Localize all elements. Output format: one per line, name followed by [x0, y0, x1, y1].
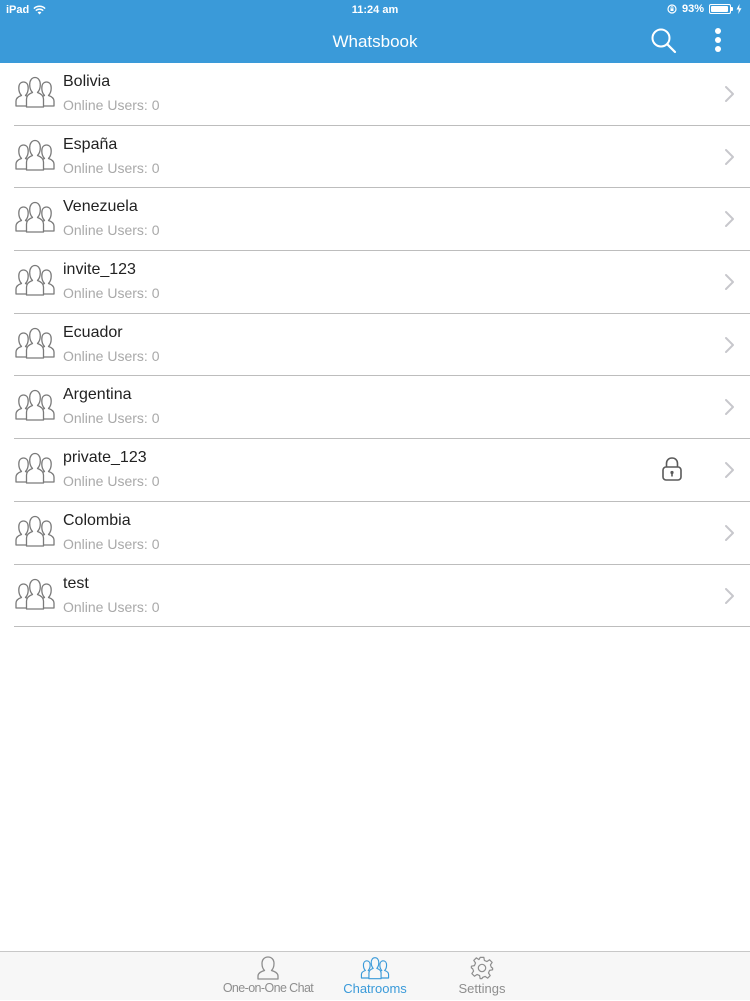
charging-icon — [736, 4, 742, 14]
chatroom-online-users: Online Users: 0 — [63, 285, 160, 302]
chevron-right-icon — [725, 524, 734, 541]
page-title: Whatsbook — [332, 32, 418, 51]
chevron-right-icon — [725, 462, 734, 479]
group-icon — [15, 515, 55, 547]
orientation-lock-icon — [667, 4, 677, 14]
more-vertical-icon — [715, 28, 721, 52]
chatroom-row[interactable]: private_123 Online Users: 0 — [14, 439, 750, 502]
chatroom-name: España — [63, 135, 118, 153]
chatroom-name: private_123 — [63, 449, 147, 467]
battery-icon — [709, 4, 733, 14]
group-icon — [360, 957, 390, 980]
tab-label: Settings — [458, 981, 506, 996]
chatroom-name: Argentina — [63, 386, 132, 404]
group-icon — [15, 452, 55, 484]
status-right: 93% — [667, 3, 742, 15]
more-button[interactable] — [708, 26, 728, 56]
chatroom-online-users: Online Users: 0 — [63, 535, 160, 552]
tab-label: Chatrooms — [343, 981, 407, 996]
chatroom-online-users: Online Users: 0 — [63, 347, 160, 364]
status-bar: iPad 11:24 am 93% — [0, 0, 750, 21]
search-button[interactable] — [650, 27, 678, 55]
chatroom-row[interactable]: Bolivia Online Users: 0 — [14, 63, 750, 126]
group-icon — [15, 264, 55, 296]
chatroom-list: Bolivia Online Users: 0 España Online Us… — [0, 63, 750, 628]
tab-settings[interactable]: Settings — [440, 952, 524, 1001]
chatroom-name: Ecuador — [63, 323, 123, 341]
tab-bar: One-on-One Chat Chatrooms Settings — [0, 951, 750, 1000]
chatroom-row[interactable]: España Online Users: 0 — [14, 126, 750, 189]
chatroom-row[interactable]: Venezuela Online Users: 0 — [14, 188, 750, 252]
chatroom-online-users: Online Users: 0 — [63, 222, 160, 239]
group-icon — [15, 578, 55, 610]
tab-label: One-on-One Chat — [222, 981, 314, 995]
group-icon — [15, 76, 55, 108]
status-time: 11:24 am — [351, 4, 399, 16]
chatroom-name: Venezuela — [63, 198, 138, 216]
gear-icon — [470, 956, 494, 980]
person-icon — [257, 956, 279, 980]
chatroom-row[interactable]: Colombia Online Users: 0 — [14, 502, 750, 565]
chatroom-row[interactable]: test Online Users: 0 — [14, 565, 750, 628]
group-icon — [15, 139, 55, 171]
chatroom-name: Colombia — [63, 511, 131, 529]
chatroom-online-users: Online Users: 0 — [63, 97, 160, 113]
app-header: iPad 11:24 am 93% Whatsbook — [0, 0, 750, 63]
chatroom-online-users: Online Users: 0 — [63, 598, 160, 615]
chatroom-row[interactable]: invite_123 Online Users: 0 — [14, 251, 750, 314]
search-icon — [651, 28, 677, 54]
chevron-right-icon — [725, 399, 734, 416]
chatroom-name: test — [63, 574, 89, 592]
chatroom-row[interactable]: Ecuador Online Users: 0 — [14, 314, 750, 377]
chatroom-name: Bolivia — [63, 73, 111, 90]
chatroom-online-users: Online Users: 0 — [63, 410, 160, 427]
battery-fill — [711, 6, 728, 12]
chatroom-row[interactable]: Argentina Online Users: 0 — [14, 376, 750, 440]
chevron-right-icon — [725, 211, 734, 228]
tab-one-on-one-chat[interactable]: One-on-One Chat — [210, 952, 326, 1001]
group-icon — [15, 327, 55, 359]
chatroom-online-users: Online Users: 0 — [63, 159, 160, 176]
group-icon — [15, 202, 55, 234]
chatroom-name: invite_123 — [63, 261, 136, 279]
tab-chatrooms[interactable]: Chatrooms — [330, 952, 420, 1001]
group-icon — [15, 390, 55, 422]
chevron-right-icon — [725, 148, 734, 165]
battery-percent: 93% — [681, 3, 704, 15]
chevron-right-icon — [725, 274, 734, 291]
chatroom-online-users: Online Users: 0 — [63, 473, 160, 490]
chevron-right-icon — [725, 86, 734, 102]
lock-icon — [662, 457, 682, 481]
chevron-right-icon — [725, 587, 734, 604]
chevron-right-icon — [725, 336, 734, 353]
